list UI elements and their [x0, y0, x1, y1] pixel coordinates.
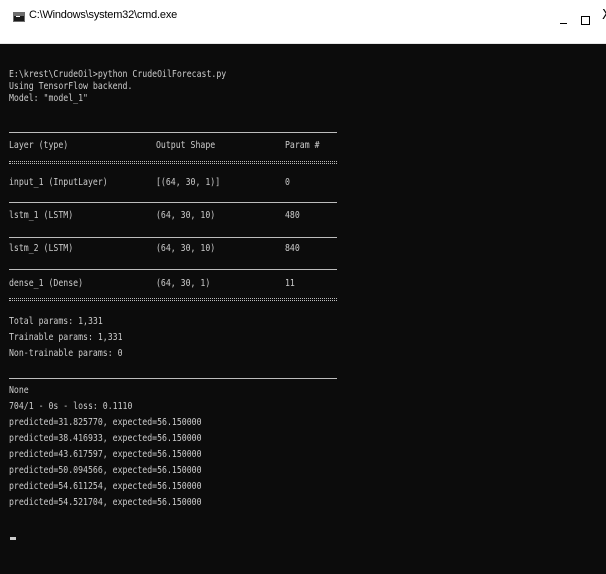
- summary-header-shape: Output Shape: [156, 140, 216, 151]
- console-output[interactable]: E:\krest\CrudeOil>python CrudeOilForecas…: [0, 44, 606, 574]
- cmd-app-icon[interactable]: [13, 12, 25, 22]
- summary-row-rule: [9, 269, 337, 270]
- summary-row-shape: [(64, 30, 1)]: [156, 177, 221, 188]
- summary-header-params: Param #: [285, 140, 320, 151]
- summary-end-rule: [9, 378, 337, 379]
- summary-top-rule: [9, 132, 337, 133]
- summary-bottom-rule: [9, 298, 337, 301]
- summary-row-params: 0: [285, 177, 290, 188]
- close-icon: X: [602, 8, 606, 23]
- summary-row-layer: dense_1 (Dense): [9, 278, 84, 289]
- summary-total: Non-trainable params: 0: [9, 348, 123, 359]
- summary-total: Trainable params: 1,331: [9, 332, 123, 343]
- console-line: 704/1 - 0s - loss: 0.1110: [9, 401, 133, 412]
- prediction-line: predicted=54.521704, expected=56.150000: [9, 497, 202, 508]
- console-line: Using TensorFlow backend.: [9, 81, 133, 92]
- console-line: Model: "model_1": [9, 93, 88, 104]
- prediction-line: predicted=38.416933, expected=56.150000: [9, 433, 202, 444]
- summary-row-params: 480: [285, 210, 300, 221]
- summary-row-params: 840: [285, 243, 300, 254]
- cmd-window: C:\Windows\system32\cmd.exe X E:\krest\C…: [0, 0, 606, 574]
- cmd-app-icon-glyph: [16, 16, 20, 17]
- text-cursor: [10, 537, 16, 540]
- summary-total: Total params: 1,331: [9, 316, 103, 327]
- prediction-line: predicted=54.611254, expected=56.150000: [9, 481, 202, 492]
- prediction-line: predicted=50.094566, expected=56.150000: [9, 465, 202, 476]
- maximize-icon: [581, 16, 590, 25]
- summary-header-layer: Layer (type): [9, 140, 69, 151]
- summary-row-params: 11: [285, 278, 295, 289]
- summary-row-shape: (64, 30, 10): [156, 243, 216, 254]
- prediction-line: predicted=43.617597, expected=56.150000: [9, 449, 202, 460]
- summary-row-layer: lstm_2 (LSTM): [9, 243, 74, 254]
- summary-row-shape: (64, 30, 1): [156, 278, 211, 289]
- summary-row-layer: lstm_1 (LSTM): [9, 210, 74, 221]
- minimize-icon: [560, 23, 567, 24]
- summary-row-layer: input_1 (InputLayer): [9, 177, 108, 188]
- console-line: None: [9, 385, 29, 396]
- summary-row-shape: (64, 30, 10): [156, 210, 216, 221]
- console-line: E:\krest\CrudeOil>python CrudeOilForecas…: [9, 69, 227, 80]
- summary-header-rule: [9, 161, 337, 164]
- prediction-line: predicted=31.825770, expected=56.150000: [9, 417, 202, 428]
- window-title: C:\Windows\system32\cmd.exe: [29, 9, 178, 21]
- title-bar[interactable]: C:\Windows\system32\cmd.exe X: [0, 0, 606, 44]
- close-button[interactable]: X: [596, 0, 606, 44]
- summary-row-rule: [9, 237, 337, 238]
- summary-row-rule: [9, 202, 337, 203]
